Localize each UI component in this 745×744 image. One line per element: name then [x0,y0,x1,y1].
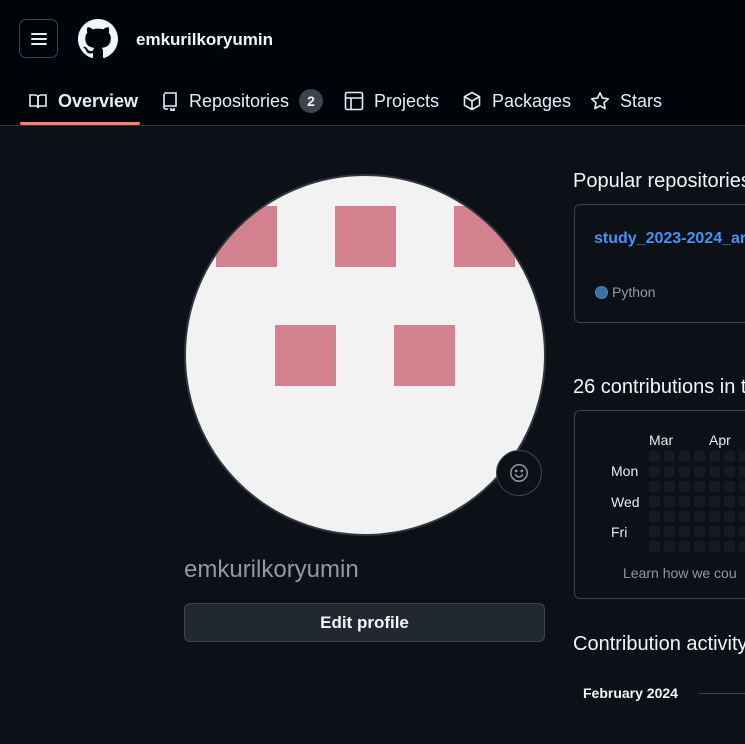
contribution-cell[interactable] [679,481,690,492]
contribution-cell[interactable] [679,466,690,477]
contributions-heading: 26 contributions in t [573,376,745,398]
tab-projects-label: Projects [374,90,440,111]
contribution-cell[interactable] [709,481,720,492]
tab-overview[interactable]: Overview [28,76,138,126]
repo-card: study_2023-2024_ar Python [574,204,745,323]
month-label: Mar [649,432,674,448]
contribution-cell[interactable] [664,541,675,552]
active-tab-indicator [20,122,140,125]
set-status-button[interactable] [496,450,542,496]
contribution-cell[interactable] [709,541,720,552]
package-icon [463,91,481,111]
contribution-cell[interactable] [649,541,660,552]
header-username[interactable]: emkurilkoryumin [136,30,273,50]
contribution-cell[interactable] [694,526,705,537]
tab-projects[interactable]: Projects [344,76,439,126]
day-label: Fri [611,524,628,540]
contribution-cell[interactable] [739,511,745,522]
contribution-cell[interactable] [739,496,745,507]
profile-nav: Overview Repositories 2 Projects Package… [0,76,745,126]
contribution-cell[interactable] [724,526,735,537]
contribution-cell[interactable] [724,511,735,522]
contribution-cell[interactable] [664,481,675,492]
contribution-cell[interactable] [649,496,660,507]
contribution-cell[interactable] [679,496,690,507]
menu-button[interactable] [19,19,58,58]
timeline-divider [699,693,745,694]
contribution-cell[interactable] [649,451,660,462]
tab-stars[interactable]: Stars [590,76,662,126]
contribution-cell[interactable] [679,541,690,552]
contribution-graph: Mar Apr Mon Wed Fri Learn how we cou [574,410,745,599]
smiley-icon [510,464,528,482]
contribution-cell[interactable] [649,466,660,477]
avatar-pixel [335,206,396,267]
contribution-cell[interactable] [664,496,675,507]
contribution-cell[interactable] [664,466,675,477]
contribution-cell[interactable] [664,451,675,462]
avatar-pixel [454,206,515,267]
contribution-cell[interactable] [649,511,660,522]
repo-language-label: Python [612,284,656,300]
contribution-cell[interactable] [694,541,705,552]
contribution-cell[interactable] [709,466,720,477]
day-label: Mon [611,463,639,479]
contribution-cell[interactable] [724,451,735,462]
avatar[interactable] [184,174,546,536]
avatar-pixel [216,206,277,267]
github-logo-icon[interactable] [78,19,118,59]
contribution-cell[interactable] [679,451,690,462]
contribution-cell[interactable] [664,526,675,537]
contribution-cell[interactable] [694,451,705,462]
month-label: Apr [709,432,731,448]
tab-overview-label: Overview [58,90,139,111]
learn-link[interactable]: Learn how we cou [623,565,737,581]
activity-month-heading: February 2024 [583,685,678,701]
avatar-pixel [394,325,455,386]
contribution-cell[interactable] [709,511,720,522]
contribution-cell[interactable] [709,496,720,507]
contribution-cell[interactable] [724,541,735,552]
contribution-cell[interactable] [679,526,690,537]
tab-repositories-label: Repositories [189,90,290,111]
tab-packages-label: Packages [492,90,572,111]
contribution-cell[interactable] [649,481,660,492]
day-label: Wed [611,494,640,510]
star-icon [590,92,610,110]
contribution-cell[interactable] [709,526,720,537]
contribution-cell[interactable] [694,511,705,522]
contribution-cell[interactable] [739,541,745,552]
contribution-cell[interactable] [739,526,745,537]
contribution-cell[interactable] [739,451,745,462]
table-icon [344,91,364,111]
repo-link[interactable]: study_2023-2024_ar [594,230,745,248]
language-color-dot [595,285,608,299]
contribution-cell[interactable] [664,511,675,522]
contribution-activity-heading: Contribution activity [573,633,745,655]
contribution-cell[interactable] [649,526,660,537]
avatar-pixel [275,325,336,386]
tab-packages[interactable]: Packages [462,76,571,126]
contribution-cell[interactable] [709,451,720,462]
contribution-cell[interactable] [739,481,745,492]
contribution-cell[interactable] [694,481,705,492]
tab-repositories[interactable]: Repositories 2 [160,76,324,126]
edit-profile-button[interactable]: Edit profile [184,603,545,642]
repo-language: Python [595,284,656,300]
contribution-cell[interactable] [679,511,690,522]
repo-icon [163,92,177,111]
contribution-cell[interactable] [694,496,705,507]
repositories-count-badge: 2 [299,89,324,113]
popular-repositories-heading: Popular repositories [573,170,745,192]
tab-stars-label: Stars [620,90,663,111]
contribution-cell[interactable] [739,466,745,477]
header: emkurilkoryumin Overview Repositories 2 … [0,0,745,126]
contribution-cell[interactable] [724,496,735,507]
profile-username: emkurilkoryumin [184,556,359,583]
contribution-cell[interactable] [724,466,735,477]
hamburger-icon [30,32,47,45]
contribution-cell[interactable] [694,466,705,477]
book-icon [29,94,47,109]
contribution-cell[interactable] [724,481,735,492]
